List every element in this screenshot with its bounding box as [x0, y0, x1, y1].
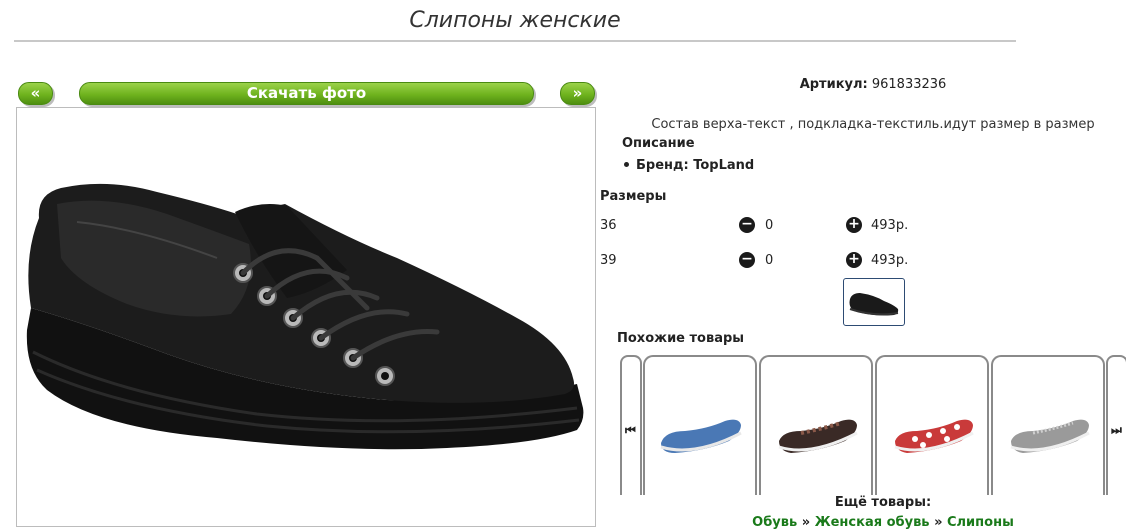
bullet-icon	[624, 162, 629, 167]
minus-circle-icon[interactable]: −	[739, 217, 755, 233]
similar-products-heading: Похожие товары	[617, 331, 745, 346]
sizes-heading: Размеры	[600, 189, 667, 204]
photo-thumbnail[interactable]	[843, 278, 905, 326]
similar-product-card[interactable]	[991, 355, 1105, 495]
carousel-prev-button[interactable]: ⏮	[620, 355, 642, 495]
download-photo-button[interactable]: Скачать фото	[79, 82, 534, 105]
carousel-next-button[interactable]: ⏭	[1106, 355, 1126, 495]
sneaker-thumbnail-image	[849, 293, 899, 316]
brand-text: Бренд: TopLand	[636, 158, 755, 173]
similar-product-card[interactable]	[643, 355, 757, 495]
size-row: 39 − 0 + 493р.	[600, 251, 1020, 271]
lace-slipon-image	[778, 419, 858, 453]
size-value: 39	[600, 253, 617, 268]
main-product-photo	[16, 107, 596, 527]
similar-product-card[interactable]	[875, 355, 989, 495]
price-value: 493р.	[871, 218, 909, 233]
blue-slipon-image	[660, 419, 742, 453]
brand-item: Бренд: TopLand	[624, 158, 754, 173]
price-value: 493р.	[871, 253, 909, 268]
more-products-heading: Ещё товары:	[834, 495, 932, 510]
sku-label: Артикул:	[799, 77, 868, 92]
skip-left-icon: ⏮	[625, 423, 636, 437]
page-title: Слипоны женские	[409, 8, 621, 33]
next-photo-button[interactable]: »	[560, 82, 595, 105]
similar-product-card[interactable]	[759, 355, 873, 495]
description-heading: Описание	[622, 136, 695, 151]
sku-line: Артикул: 961833236	[600, 77, 1126, 92]
grey-slipon-image	[1010, 419, 1090, 453]
skip-right-icon: ⏭	[1111, 423, 1122, 437]
quantity-value: 0	[765, 253, 774, 268]
size-row: 36 − 0 + 493р.	[600, 216, 1020, 236]
floral-slipon-image	[894, 419, 974, 453]
title-divider	[14, 40, 1016, 42]
quantity-value: 0	[765, 218, 774, 233]
prev-photo-button[interactable]: «	[18, 82, 53, 105]
plus-circle-icon[interactable]: +	[846, 217, 862, 233]
minus-circle-icon[interactable]: −	[739, 252, 755, 268]
size-value: 36	[600, 218, 617, 233]
sku-value: 961833236	[871, 77, 947, 92]
composition-text: Состав верха-текст , подкладка-текстиль.…	[651, 117, 1095, 132]
sneaker-image	[26, 183, 584, 450]
plus-circle-icon[interactable]: +	[846, 252, 862, 268]
